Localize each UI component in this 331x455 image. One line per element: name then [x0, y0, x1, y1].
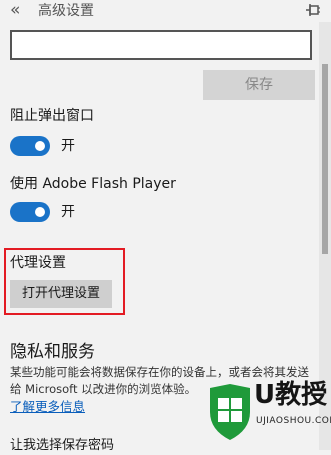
- learn-more-link[interactable]: 了解更多信息: [10, 398, 85, 416]
- back-icon[interactable]: «: [10, 1, 20, 19]
- watermark: U教授 UJIAOSHOU.COM: [208, 380, 331, 446]
- watermark-url: UJIAOSHOU.COM: [256, 416, 331, 426]
- proxy-settings-label: 代理设置: [10, 255, 66, 271]
- block-popups-toggle[interactable]: [10, 136, 50, 156]
- flash-player-label: 使用 Adobe Flash Player: [10, 176, 176, 192]
- proxy-text-input[interactable]: [10, 30, 312, 60]
- watermark-brand: U教授: [254, 380, 328, 410]
- save-passwords-label: 让我选择保存密码: [10, 438, 115, 453]
- flash-player-state: 开: [61, 204, 75, 220]
- block-popups-state: 开: [61, 138, 75, 154]
- watermark-logo-icon: [210, 384, 250, 440]
- pin-icon[interactable]: [306, 3, 321, 17]
- open-proxy-settings-button[interactable]: 打开代理设置: [10, 280, 112, 308]
- flash-player-toggle[interactable]: [10, 202, 50, 222]
- toggle-knob: [35, 207, 45, 217]
- save-button[interactable]: 保存: [203, 70, 315, 100]
- toggle-knob: [35, 141, 45, 151]
- block-popups-label: 阻止弹出窗口: [10, 108, 94, 124]
- page-title: 高级设置: [38, 3, 94, 19]
- scrollbar-thumb[interactable]: [322, 64, 328, 254]
- privacy-heading: 隐私和服务: [10, 342, 95, 362]
- header-bar: « 高级设置: [0, 0, 331, 22]
